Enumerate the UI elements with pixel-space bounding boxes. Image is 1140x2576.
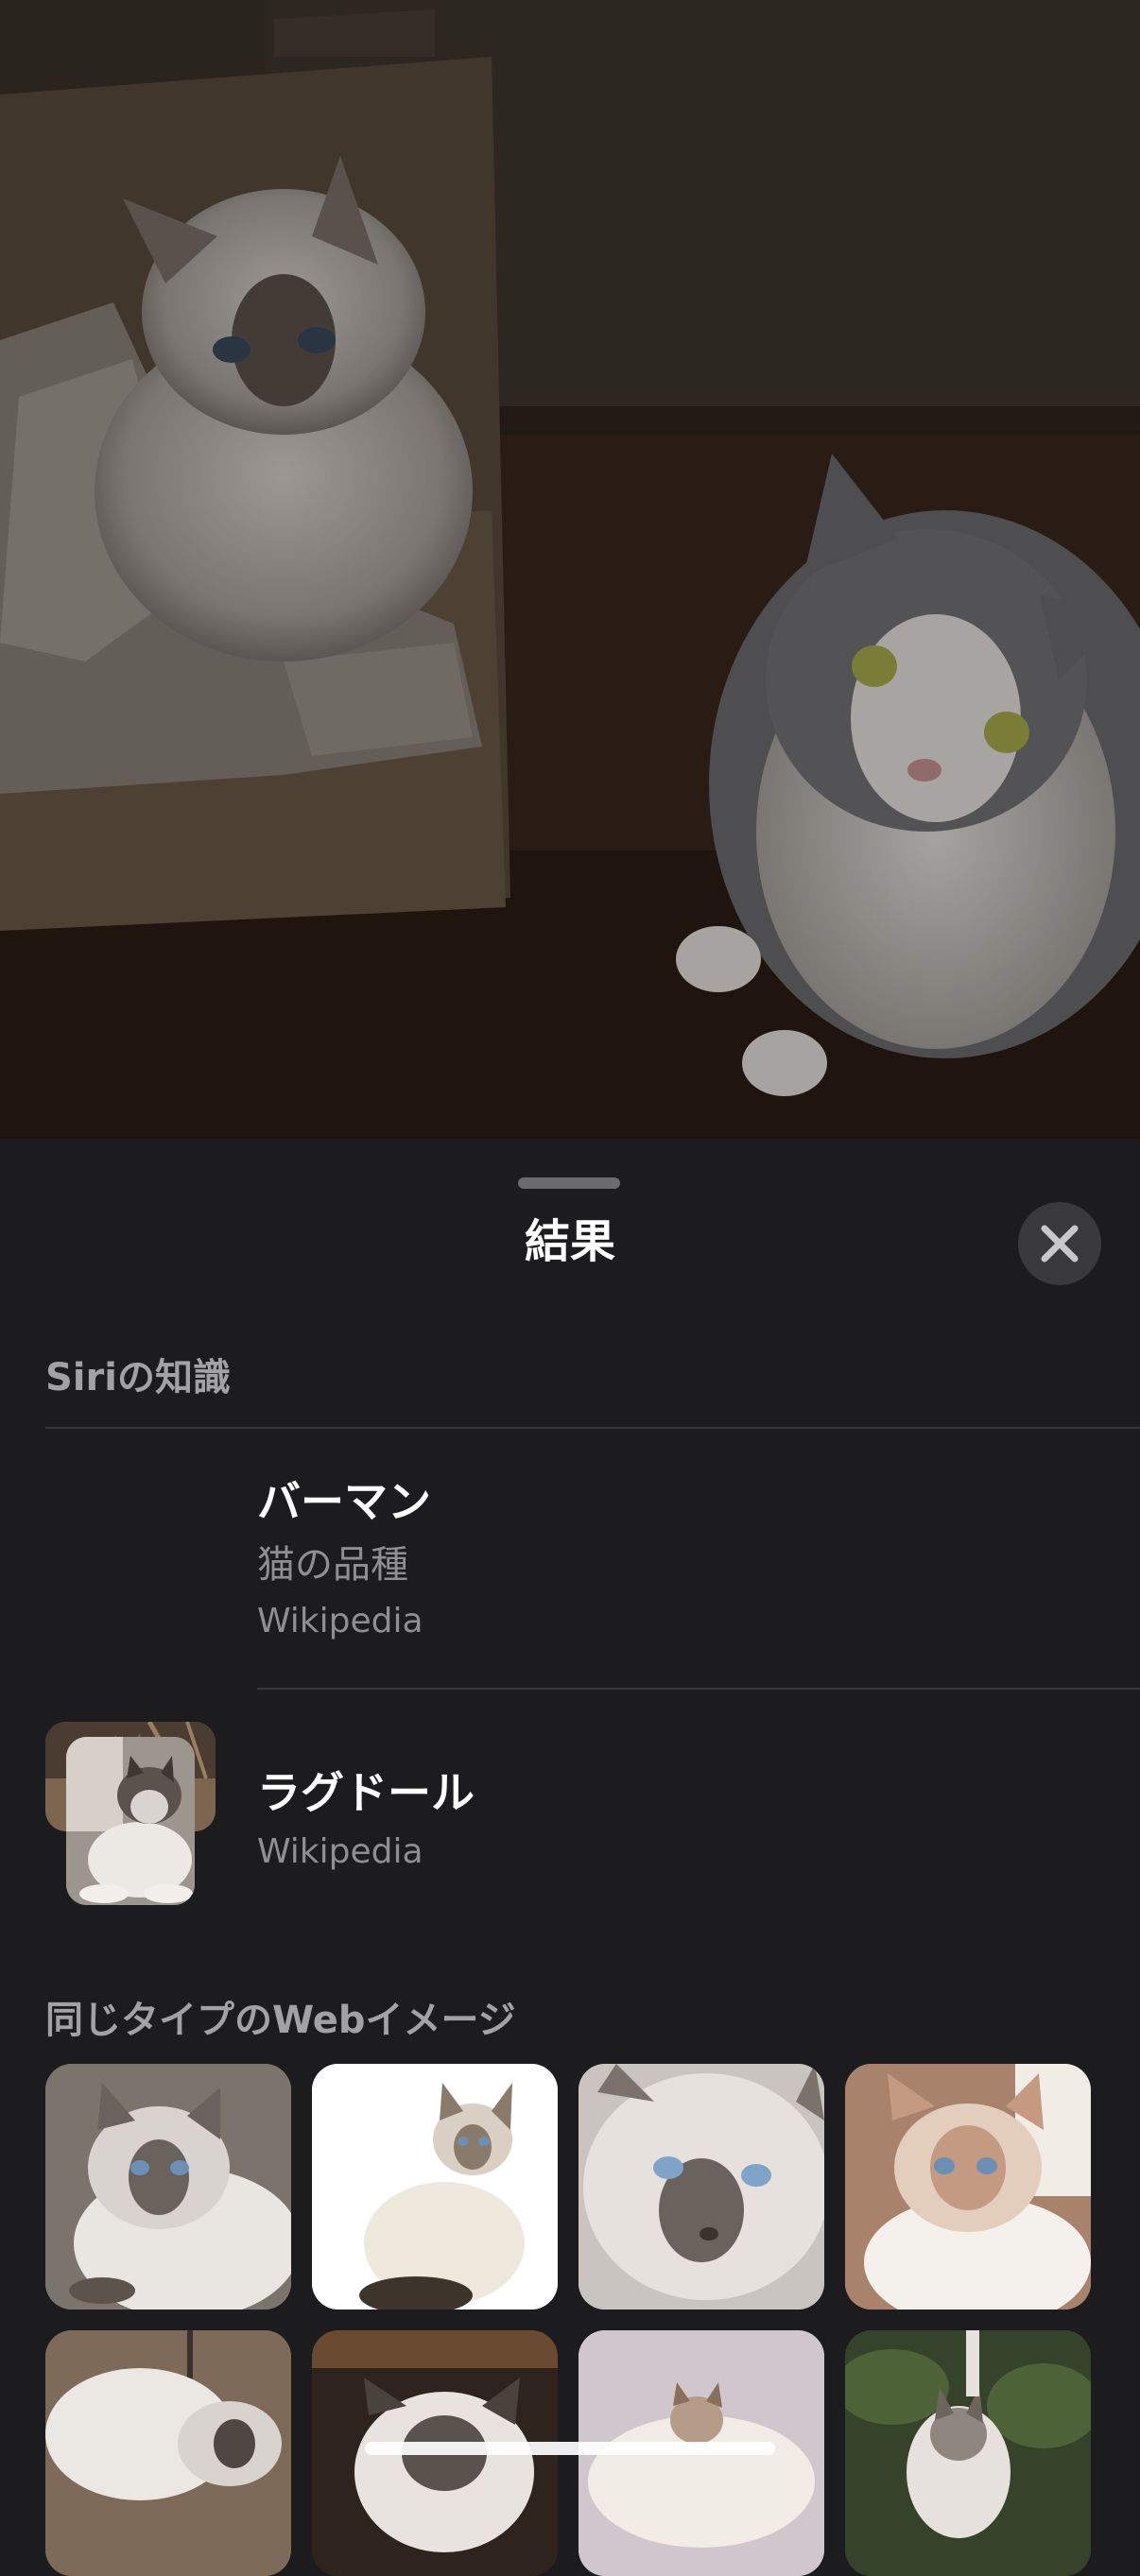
close-icon <box>1041 1225 1079 1262</box>
result-subtitle: 猫の品種 <box>257 1543 408 1587</box>
web-image[interactable] <box>579 2064 824 2310</box>
web-image[interactable] <box>312 2064 558 2310</box>
result-source: Wikipedia <box>257 1832 423 1871</box>
web-image[interactable] <box>845 2064 1091 2310</box>
web-image[interactable] <box>845 2330 1091 2576</box>
web-images-header: 同じタイプのWebイメージ <box>45 1999 516 2042</box>
home-indicator[interactable] <box>365 2442 775 2455</box>
close-button[interactable] <box>1018 1202 1101 1285</box>
ragdoll-thumbnail <box>66 1737 195 1905</box>
result-title: ラグドール <box>257 1767 475 1818</box>
web-image[interactable] <box>45 2064 291 2310</box>
result-source: Wikipedia <box>257 1602 423 1640</box>
web-image[interactable] <box>45 2330 291 2576</box>
sheet-title: 結果 <box>524 1215 615 1268</box>
sheet-grabber[interactable] <box>518 1177 620 1189</box>
siri-knowledge-header: Siriの知識 <box>45 1356 231 1400</box>
analyzed-photo <box>0 0 1140 1139</box>
result-title: バーマン <box>257 1476 431 1527</box>
